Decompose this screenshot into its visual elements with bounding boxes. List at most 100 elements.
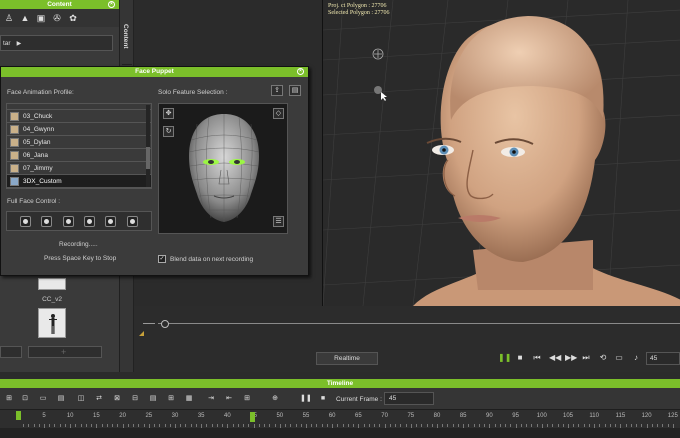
stop-icon[interactable]: ■ xyxy=(515,353,525,363)
ruler-tick xyxy=(91,424,93,427)
scroll-thumb[interactable] xyxy=(146,147,150,169)
paste-icon[interactable]: ▤ xyxy=(56,394,66,404)
timeline-tool-icon[interactable]: ⊞ xyxy=(242,394,252,404)
ruler-tick xyxy=(106,424,108,427)
eraser-icon[interactable]: ◇ xyxy=(273,108,284,119)
blend-checkbox[interactable]: ✓ xyxy=(158,255,166,263)
image-icon[interactable]: ▣ xyxy=(36,13,46,23)
list-item[interactable]: 05_Dylan xyxy=(7,136,151,149)
ruler-tick xyxy=(573,424,575,427)
timeline-playhead[interactable] xyxy=(250,412,255,422)
full-face-label: Full Face Control : xyxy=(7,198,61,205)
time-slider-track[interactable] xyxy=(158,323,680,324)
thumbnail-partial[interactable] xyxy=(38,278,66,290)
face-wireframe-icon xyxy=(188,114,260,222)
realtime-button[interactable]: Realtime xyxy=(316,352,378,365)
close-icon[interactable]: × xyxy=(108,1,115,8)
character-icon[interactable]: ♙ xyxy=(4,13,14,23)
list-item-selected[interactable]: 3DX_Custom xyxy=(7,175,151,188)
timeline-tool-icon[interactable]: ▭ xyxy=(38,394,48,404)
ruler-tick xyxy=(143,424,145,427)
move-icon[interactable]: ✥ xyxy=(163,108,174,119)
thumbnail-cc-v2[interactable] xyxy=(38,308,66,338)
close-icon[interactable]: × xyxy=(297,68,304,75)
ruler-tick xyxy=(232,424,234,427)
content-grid-cell[interactable]: + xyxy=(28,346,102,358)
time-slider-knob[interactable] xyxy=(161,320,169,328)
full-face-button-3[interactable] xyxy=(62,215,74,227)
ruler-tick-label: 10 xyxy=(66,413,74,419)
ruler-tick xyxy=(321,424,323,427)
subtitle-icon[interactable]: ▭ xyxy=(614,353,624,363)
ruler-tick-label: 50 xyxy=(276,413,284,419)
next-frame-icon[interactable]: ⏭ xyxy=(581,353,591,363)
rotate-icon[interactable]: ↻ xyxy=(163,126,174,137)
pause-icon[interactable]: ❚❚ xyxy=(300,394,312,404)
full-face-button-4[interactable] xyxy=(84,215,96,227)
ruler-tick xyxy=(64,424,66,427)
speed-field[interactable]: 45 xyxy=(646,352,680,365)
full-face-button-1[interactable] xyxy=(20,215,32,227)
stop-icon[interactable]: ■ xyxy=(318,394,328,404)
settings-icon[interactable]: ✿ xyxy=(68,13,78,23)
full-face-button-2[interactable] xyxy=(41,215,53,227)
ruler-tick xyxy=(531,424,533,427)
slider-start-tick xyxy=(143,323,155,324)
avatar-icon xyxy=(10,150,19,160)
content-grid-cell[interactable] xyxy=(0,346,22,358)
ruler-tick xyxy=(154,424,156,427)
ruler-tick xyxy=(536,424,538,427)
zoom-icon[interactable]: ⊕ xyxy=(270,394,280,404)
previous-frame-icon[interactable]: ⏮ xyxy=(532,353,542,363)
list-item[interactable]: 04_Gwynn xyxy=(7,123,151,136)
chevron-right-icon[interactable]: ▶ xyxy=(17,40,22,47)
loop-icon[interactable]: ⟲ xyxy=(598,353,608,363)
list-icon[interactable]: ☰ xyxy=(273,216,284,227)
ruler-tick xyxy=(421,424,423,427)
3d-viewport[interactable]: Proj. ct Polygon : 27706 Selected Polygo… xyxy=(322,0,680,306)
full-face-button-6[interactable] xyxy=(126,215,138,227)
fast-forward-icon[interactable]: ▶▶ xyxy=(565,353,577,363)
profile-scrollbar[interactable] xyxy=(146,105,150,187)
timeline-tool-icon[interactable]: ⊟ xyxy=(130,394,140,404)
rewind-icon[interactable]: ◀◀ xyxy=(549,353,561,363)
ruler-tick xyxy=(269,424,271,427)
timeline-tool-icon[interactable]: ⇤ xyxy=(224,394,234,404)
start-marker[interactable] xyxy=(16,411,21,420)
ruler-tick xyxy=(206,424,208,427)
timeline-tool-icon[interactable]: ▤ xyxy=(148,394,158,404)
ruler-tick-label: 100 xyxy=(536,413,547,419)
current-frame-field[interactable]: 45 xyxy=(384,392,434,405)
ruler-tick xyxy=(300,424,302,427)
save-icon[interactable]: ▤ xyxy=(289,85,301,96)
ruler-tick-label: 115 xyxy=(615,413,626,419)
timeline-tool-icon[interactable]: ⊠ xyxy=(112,394,122,404)
scene-icon[interactable]: ▲ xyxy=(20,13,30,23)
timeline-tool-icon[interactable]: ⇄ xyxy=(94,394,104,404)
content-panel-title: Content × xyxy=(0,0,119,9)
music-note-icon[interactable]: ♪ xyxy=(631,353,641,363)
list-item[interactable]: 06_Jana xyxy=(7,149,151,162)
avatar-icon xyxy=(10,124,19,134)
ruler-tick xyxy=(311,424,313,427)
full-face-button-5[interactable] xyxy=(105,215,117,227)
timeline-tool-icon[interactable]: ⊞ xyxy=(4,394,14,404)
timeline-tool-icon[interactable]: ⊞ xyxy=(166,394,176,404)
avatar-folder-row[interactable]: tar ▶ xyxy=(0,35,113,51)
list-item[interactable]: 07_Jimmy xyxy=(7,162,151,175)
timeline-scrollbar[interactable] xyxy=(0,428,680,438)
list-item[interactable]: 03_Chuck xyxy=(7,110,151,123)
current-frame-label: Current Frame : xyxy=(336,396,382,403)
ruler-tick-label: 15 xyxy=(93,413,100,419)
timeline-tool-icon[interactable]: ⊡ xyxy=(20,394,30,404)
timeline-tool-icon[interactable]: ◫ xyxy=(76,394,86,404)
timeline-tool-icon[interactable]: ▦ xyxy=(184,394,194,404)
film-reel-icon[interactable]: ✇ xyxy=(52,13,62,23)
pause-icon[interactable]: ❚❚ xyxy=(498,353,511,363)
ruler-tick xyxy=(185,424,187,427)
timeline-title-bar: Timeline xyxy=(0,379,680,388)
ruler-tick xyxy=(599,424,601,427)
export-icon[interactable]: ⇪ xyxy=(271,85,283,96)
ruler-tick xyxy=(442,424,444,427)
timeline-tool-icon[interactable]: ⇥ xyxy=(206,394,216,404)
